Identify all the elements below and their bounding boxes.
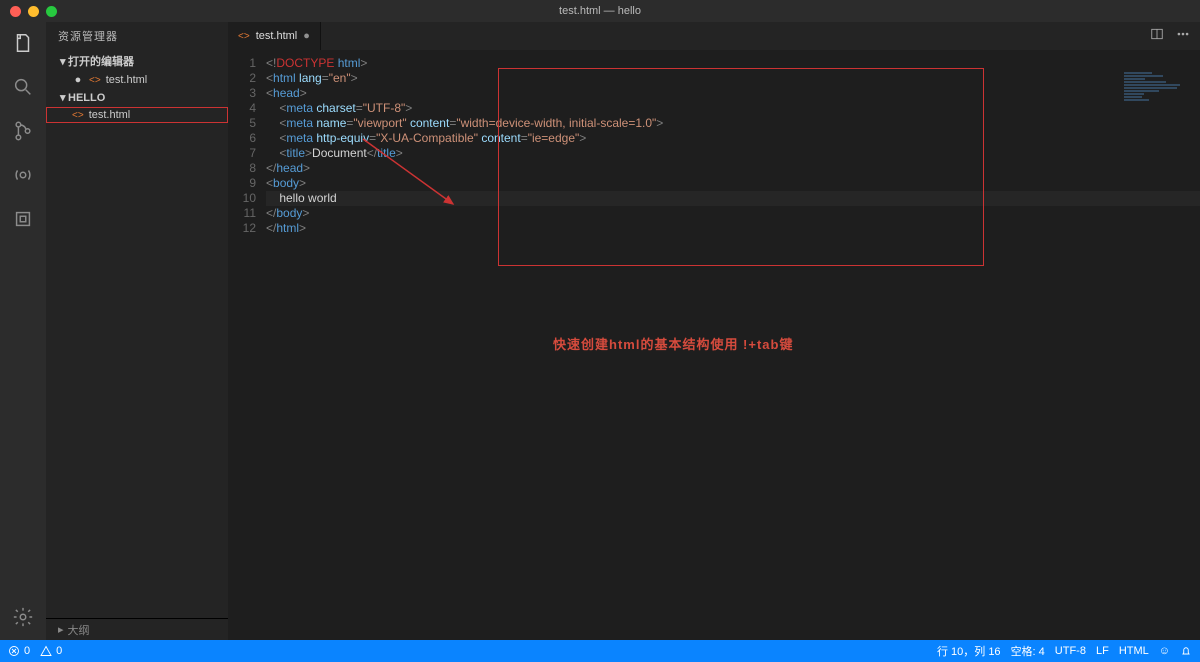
explorer-sidebar: 资源管理器 ▾打开的编辑器 ● <> test.html ▾HELLO <> t… <box>46 22 228 640</box>
tab-test-html[interactable]: <> test.html ● <box>228 22 321 50</box>
box-icon[interactable] <box>10 206 36 232</box>
sidebar-title: 资源管理器 <box>46 22 228 50</box>
html-file-icon: <> <box>238 31 250 42</box>
editor-area: <> test.html ● 12 34 56 78 910 1112 <box>228 22 1200 640</box>
line-gutter: 12 34 56 78 910 1112 <box>228 50 266 640</box>
window-minimize-icon[interactable] <box>28 6 39 17</box>
status-cursor-position[interactable]: 行 10，列 16 <box>937 643 1001 659</box>
open-editor-item[interactable]: ● <> test.html <box>46 72 228 88</box>
more-icon[interactable] <box>1176 27 1190 46</box>
search-icon[interactable] <box>10 74 36 100</box>
outline-header[interactable]: ▸大纲 <box>46 618 228 640</box>
titlebar: test.html — hello <box>0 0 1200 22</box>
html-file-icon: <> <box>89 75 101 86</box>
file-item[interactable]: <> test.html <box>46 107 228 123</box>
live-icon[interactable] <box>10 162 36 188</box>
files-icon[interactable] <box>10 30 36 56</box>
status-feedback-icon[interactable]: ☺ <box>1159 645 1170 657</box>
status-eol[interactable]: LF <box>1096 645 1109 657</box>
file-name: test.html <box>89 109 131 121</box>
window-close-icon[interactable] <box>10 6 21 17</box>
status-warnings[interactable]: 0 <box>40 645 62 657</box>
minimap[interactable] <box>1124 72 1194 102</box>
html-file-icon: <> <box>72 110 84 121</box>
window-maximize-icon[interactable] <box>46 6 57 17</box>
scm-icon[interactable] <box>10 118 36 144</box>
tab-bar: <> test.html ● <box>228 22 1200 50</box>
open-editor-name: test.html <box>106 74 148 86</box>
annotation-text: 快速创建html的基本结构使用 !+tab键 <box>553 334 793 353</box>
tab-label: test.html <box>256 30 298 42</box>
close-icon[interactable]: ● <box>72 74 84 86</box>
status-errors[interactable]: 0 <box>8 645 30 657</box>
folder-header[interactable]: ▾HELLO <box>46 88 228 107</box>
status-bell-icon[interactable] <box>1180 645 1192 657</box>
status-indent[interactable]: 空格: 4 <box>1011 643 1045 659</box>
status-language[interactable]: HTML <box>1119 645 1149 657</box>
status-bar: 0 0 行 10，列 16 空格: 4 UTF-8 LF HTML ☺ <box>0 640 1200 662</box>
open-editors-header[interactable]: ▾打开的编辑器 <box>46 50 228 72</box>
tab-dirty-icon[interactable]: ● <box>303 30 310 42</box>
gear-icon[interactable] <box>10 604 36 630</box>
window-title: test.html — hello <box>559 5 641 17</box>
status-encoding[interactable]: UTF-8 <box>1055 645 1086 657</box>
activity-bar <box>0 22 46 640</box>
split-editor-icon[interactable] <box>1150 27 1164 46</box>
